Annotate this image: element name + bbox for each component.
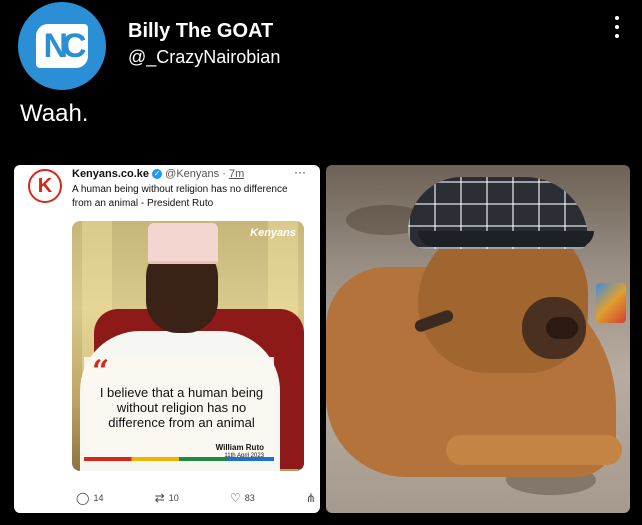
avatar[interactable]: NC	[18, 2, 106, 90]
retweet-icon: ⇄	[154, 491, 165, 505]
quote-box: “ I believe that a human being without r…	[84, 357, 274, 461]
embedded-tweet-image[interactable]: K Kenyans.co.ke ✓ @Kenyans · 7m ··· A hu…	[14, 165, 320, 513]
share-action: ⋔	[306, 491, 316, 505]
like-action: ♡ 83	[230, 491, 255, 505]
embedded-more-icon: ···	[294, 165, 306, 179]
embedded-author-name: Kenyans.co.ke	[72, 168, 150, 180]
kenyans-logo-icon: K	[28, 169, 62, 203]
more-options-icon[interactable]	[614, 16, 620, 38]
dog-leg	[446, 435, 622, 465]
flat-cap-brim	[418, 231, 594, 247]
embedded-actions: ◯ 14 ⇄ 10 ♡ 83 ⋔	[76, 491, 316, 505]
tweet-author: Billy The GOAT @_CrazyNairobian	[128, 20, 280, 68]
quote-mark-icon: “	[92, 354, 110, 389]
kufi-cap	[148, 223, 218, 264]
reply-count: 14	[93, 493, 104, 503]
quote-author: William Ruto	[215, 443, 264, 452]
tweet-text: Waah.	[20, 100, 89, 127]
reply-icon: ◯	[76, 491, 90, 505]
verified-icon: ✓	[152, 169, 163, 180]
embedded-tweet-header: Kenyans.co.ke ✓ @Kenyans · 7m	[72, 168, 244, 180]
kenyans-watermark: Kenyans	[250, 227, 296, 239]
embedded-tweet-text: A human being without religion has no di…	[72, 184, 288, 209]
dog-photo[interactable]	[326, 165, 630, 513]
retweet-count: 10	[168, 493, 179, 503]
share-icon: ⋔	[305, 491, 316, 505]
quote-text: I believe that a human being without rel…	[99, 385, 264, 430]
embedded-handle: @Kenyans	[165, 168, 220, 180]
retweet-action: ⇄ 10	[155, 491, 179, 505]
dog-nose	[546, 317, 578, 339]
avatar-logo-icon: NC	[36, 24, 88, 68]
display-name[interactable]: Billy The GOAT	[128, 20, 280, 43]
like-count: 83	[244, 493, 255, 503]
embedded-time: 7m	[228, 168, 245, 180]
like-icon: ♡	[229, 491, 241, 505]
toy	[596, 283, 626, 323]
reply-action: ◯ 14	[76, 491, 103, 505]
author-handle[interactable]: @_CrazyNairobian	[128, 47, 280, 68]
embedded-separator: ·	[222, 168, 226, 180]
flag-stripe	[84, 457, 274, 461]
quote-card-image: Kenyans “ I believe that a human being w…	[72, 221, 304, 471]
